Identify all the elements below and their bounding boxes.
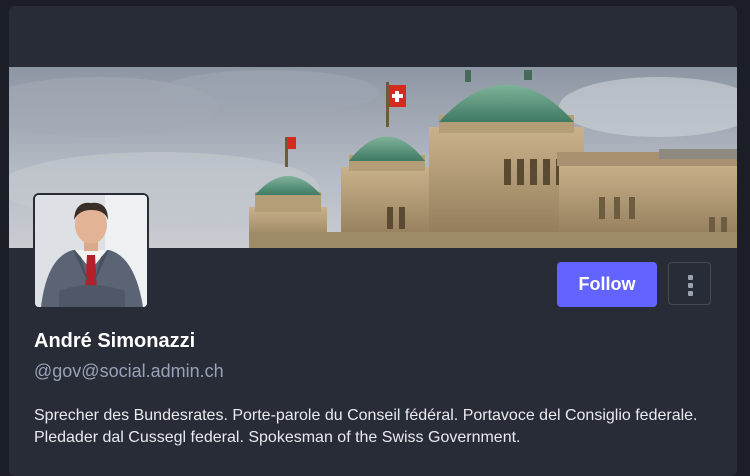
account-handle[interactable]: @gov@social.admin.ch — [34, 361, 224, 382]
card-header — [9, 6, 737, 67]
profile-card: Follow André Simonazzi @gov@social.admin… — [9, 6, 737, 476]
display-name: André Simonazzi — [34, 330, 196, 352]
follow-button[interactable]: Follow — [557, 262, 657, 307]
profile-bio: Sprecher des Bundesrates. Porte-parole d… — [34, 407, 698, 446]
more-options-button[interactable] — [668, 262, 711, 305]
profile-avatar[interactable] — [33, 193, 149, 309]
vertical-ellipsis-icon — [688, 275, 693, 296]
